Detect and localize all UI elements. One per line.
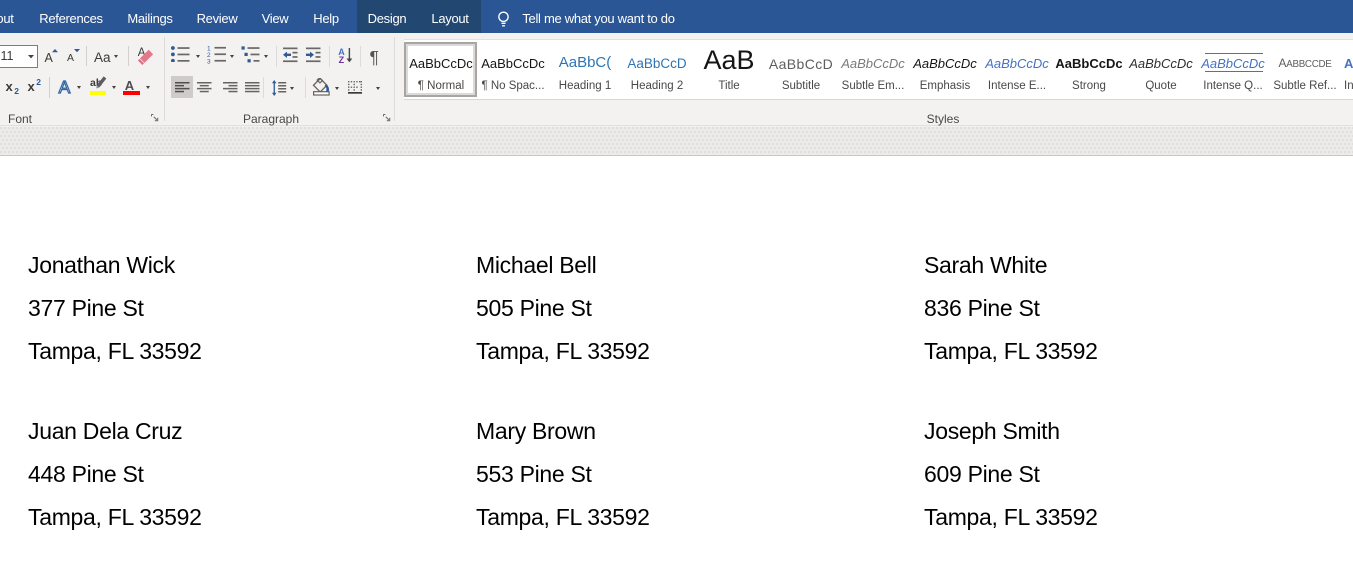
svg-text:3: 3 — [207, 59, 211, 65]
